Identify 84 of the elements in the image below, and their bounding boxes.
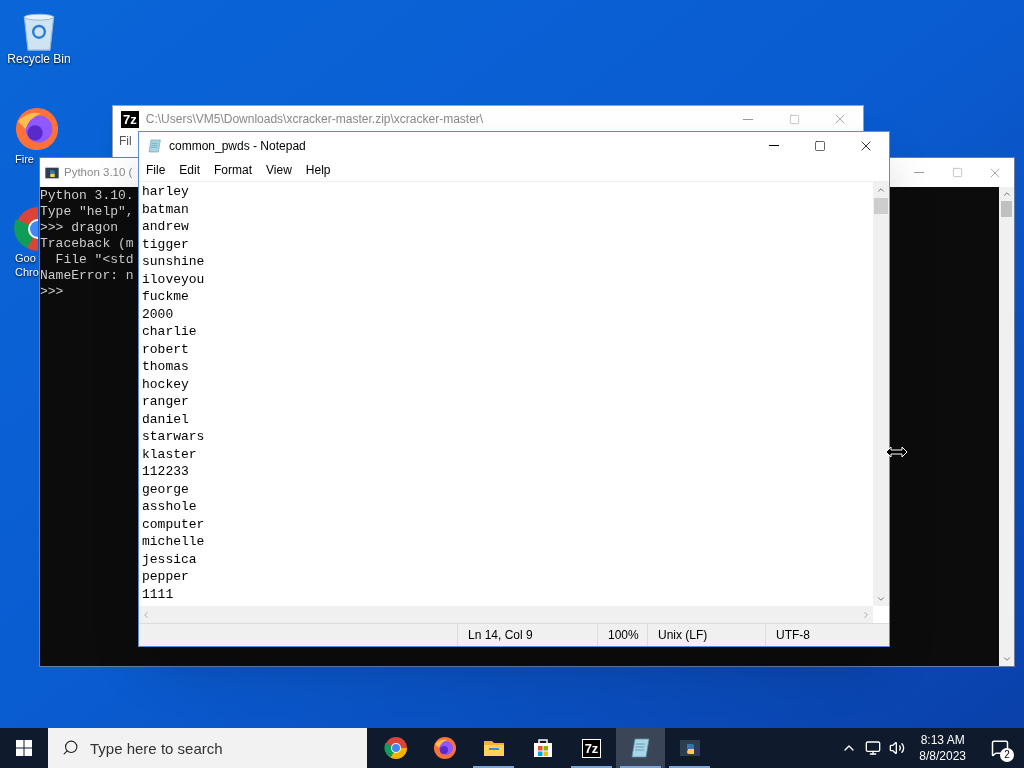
menu-item[interactable]: View bbox=[260, 161, 298, 179]
console-line: NameError: n bbox=[40, 268, 134, 284]
scrollbar[interactable] bbox=[999, 187, 1014, 666]
text-line: robert bbox=[142, 340, 189, 358]
firefox-icon bbox=[432, 736, 457, 760]
console-line: >>> dragon bbox=[40, 220, 118, 236]
windows-logo-icon bbox=[16, 740, 32, 756]
taskbar-app[interactable]: 7z bbox=[567, 728, 616, 768]
network-icon[interactable] bbox=[865, 740, 882, 756]
notification-count: 2 bbox=[1000, 748, 1014, 762]
maximize-icon bbox=[951, 167, 963, 178]
menu-item[interactable]: File bbox=[140, 161, 172, 179]
text-line: thomas bbox=[142, 358, 189, 376]
minimize-icon bbox=[743, 118, 753, 120]
text-line: hockey bbox=[142, 375, 189, 393]
text-line: 2000 bbox=[142, 305, 174, 323]
minimize-icon bbox=[769, 145, 779, 146]
text-line: sunshine bbox=[142, 253, 205, 271]
console-line: File "<std bbox=[54, 252, 134, 268]
desktop-icon-label[interactable]: Recycle Bin bbox=[7, 52, 71, 66]
notification-icon[interactable] bbox=[991, 739, 1009, 757]
text-area[interactable]: harley batman andrew tigger sunshine iloveyou fuckme 2000 charlie robert thomas hockey ranger daniel starwars klaster 112233 george asshole computer michelle jessica pepper 1111 bbox=[139, 182, 873, 606]
scroll-down-icon[interactable] bbox=[876, 594, 886, 604]
text-line: iloveyou bbox=[142, 270, 205, 288]
scroll-thumb[interactable] bbox=[874, 198, 888, 214]
text-line: starwars bbox=[142, 428, 205, 446]
text-line: 112233 bbox=[142, 463, 189, 481]
text-line: pepper bbox=[142, 568, 189, 586]
text-line: harley bbox=[142, 183, 189, 201]
notepad-icon bbox=[147, 137, 163, 154]
text-line: asshole bbox=[142, 498, 197, 516]
desktop-icon-label[interactable]: Goo bbox=[14, 251, 36, 265]
menu-item[interactable]: Edit bbox=[173, 161, 207, 179]
text-line: tigger bbox=[142, 235, 189, 253]
scroll-right-icon[interactable] bbox=[861, 609, 871, 620]
text-line: batman bbox=[142, 200, 189, 218]
window-title: common_pwds - Notepad bbox=[169, 137, 306, 155]
clock-time[interactable]: 8:13 AM bbox=[920, 732, 965, 748]
menu-item[interactable]: Format bbox=[208, 161, 259, 179]
desktop-icon-label[interactable]: Fire bbox=[14, 152, 34, 166]
search-field[interactable]: Type here to search bbox=[48, 728, 367, 768]
text-line: computer bbox=[142, 515, 205, 533]
horizontal-scrollbar[interactable] bbox=[139, 606, 873, 623]
console-line: Python 3.10. bbox=[40, 188, 134, 204]
desktop-icon-label[interactable]: Chro bbox=[14, 265, 39, 279]
scroll-thumb[interactable] bbox=[1001, 201, 1012, 217]
search-icon bbox=[62, 739, 79, 756]
text-line: jessica bbox=[142, 550, 197, 568]
clock-date[interactable]: 8/8/2023 bbox=[919, 748, 966, 764]
scroll-left-icon[interactable] bbox=[141, 609, 151, 620]
minimize-icon bbox=[914, 172, 924, 173]
console-line: >>> bbox=[40, 284, 64, 300]
maximize-icon bbox=[814, 139, 826, 152]
seven-zip-logo: 7z bbox=[120, 109, 140, 129]
text-line: klaster bbox=[142, 445, 197, 463]
status-text: Unix (LF) bbox=[658, 627, 708, 644]
scrollbar[interactable] bbox=[873, 182, 889, 606]
status-text: UTF-8 bbox=[776, 627, 810, 644]
text-line: charlie bbox=[142, 323, 197, 341]
window-title: C:\Users\VM5\Downloads\xcracker-master.zip\xcracker-master\ bbox=[145, 111, 484, 128]
scroll-up-icon[interactable] bbox=[876, 185, 886, 195]
text-line: michelle bbox=[142, 533, 205, 551]
text-line: 1111 bbox=[142, 585, 174, 603]
text-line: george bbox=[142, 480, 189, 498]
console-line: Type "help", bbox=[40, 204, 134, 220]
menu-item[interactable]: Help bbox=[299, 161, 337, 179]
scroll-up-icon[interactable] bbox=[1001, 189, 1012, 199]
taskbar-app[interactable] bbox=[616, 728, 665, 768]
status-text: Ln 14, Col 9 bbox=[468, 627, 533, 644]
status-text: 100% bbox=[608, 627, 639, 644]
text-line: daniel bbox=[142, 410, 189, 428]
window-title: Python 3.10 ( bbox=[64, 164, 133, 180]
notepad-icon bbox=[628, 736, 653, 760]
text-line: andrew bbox=[142, 218, 189, 236]
firefox-icon bbox=[14, 106, 60, 152]
maximize-icon bbox=[788, 113, 800, 125]
menu-item[interactable]: Fil bbox=[119, 132, 132, 150]
console-line: Traceback (m bbox=[40, 236, 134, 252]
scroll-down-icon[interactable] bbox=[1001, 654, 1012, 664]
text-line: fuckme bbox=[142, 288, 189, 306]
volume-icon[interactable] bbox=[889, 740, 906, 756]
chrome-icon bbox=[383, 736, 408, 760]
seven-zip-logo: 7z bbox=[581, 738, 602, 758]
text-line: ranger bbox=[142, 393, 189, 411]
